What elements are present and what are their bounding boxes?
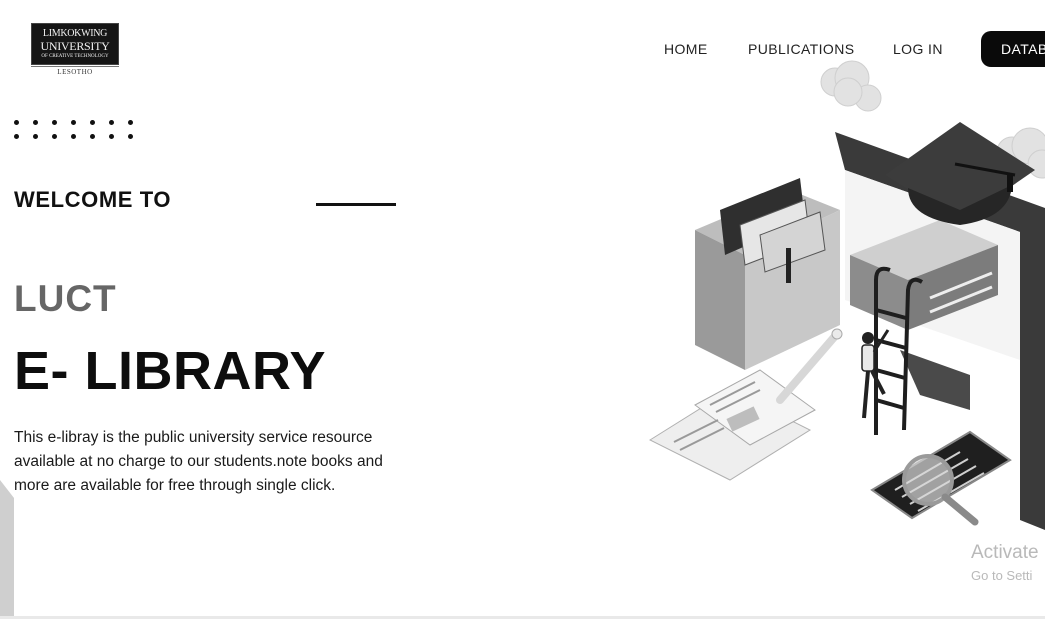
heading-divider xyxy=(316,203,396,206)
org-heading: LUCT xyxy=(14,278,117,319)
watermark-line-1: Activate xyxy=(971,542,1039,563)
university-logo[interactable]: LIMKOKWING UNIVERSITY OF CREATIVE TECHNO… xyxy=(31,23,119,65)
logo-line-2: UNIVERSITY xyxy=(40,39,110,53)
nav-publications-link[interactable]: PUBLICATIONS xyxy=(748,41,854,57)
decorative-wedge xyxy=(0,480,14,619)
library-illustration-icon xyxy=(648,60,1045,530)
activate-watermark: Activate Go to Setti xyxy=(971,542,1039,583)
watermark-line-2: Go to Setti xyxy=(971,568,1033,583)
hero-description: This e-libray is the public university s… xyxy=(14,429,383,494)
welcome-heading: WELCOME TO xyxy=(14,187,172,212)
page: LIMKOKWING UNIVERSITY OF CREATIVE TECHNO… xyxy=(0,0,1045,619)
logo-line-1: LIMKOKWING xyxy=(42,28,108,39)
logo-subtitle: LESOTHO xyxy=(31,66,119,76)
nav-home-link[interactable]: HOME xyxy=(664,41,708,57)
logo-line-3: OF CREATIVE TECHNOLOGY xyxy=(41,54,109,59)
page-title: E- LIBRARY xyxy=(14,341,326,401)
nav-login-link[interactable]: LOG IN xyxy=(893,41,943,57)
